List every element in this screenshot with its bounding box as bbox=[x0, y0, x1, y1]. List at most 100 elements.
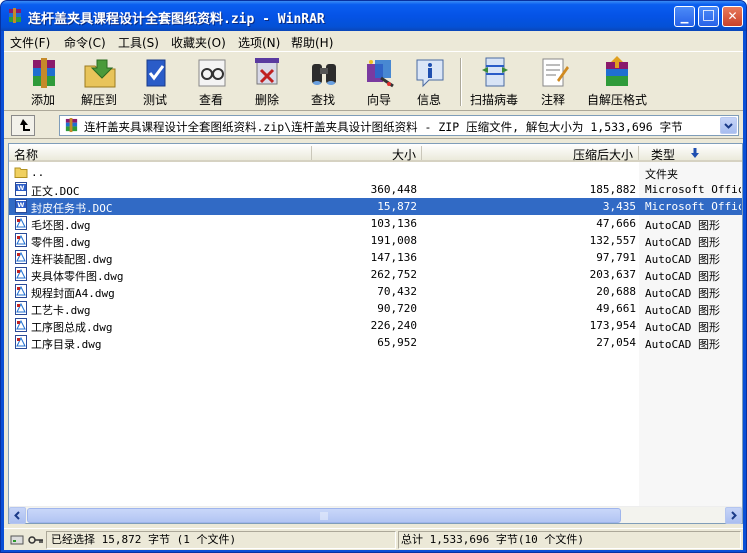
minimize-icon: ▁ bbox=[680, 13, 689, 24]
menu-favorites[interactable]: 收藏夹(O) bbox=[171, 34, 226, 51]
folder-icon bbox=[14, 165, 28, 179]
up-arrow-icon bbox=[20, 119, 30, 131]
file-packed-size: 20,688 bbox=[596, 285, 636, 298]
status-bar: 已经选择 15,872 字节 (1 个文件) 总计 1,533,696 字节(1… bbox=[4, 528, 743, 550]
dwg-file-icon bbox=[14, 335, 28, 349]
drive-icon bbox=[10, 535, 24, 545]
extract-folder-icon bbox=[84, 59, 116, 88]
menu-file[interactable]: 文件(F) bbox=[10, 34, 50, 51]
file-name: 工序图总成.dwg bbox=[31, 321, 113, 334]
column-divider[interactable] bbox=[311, 146, 312, 160]
dwg-file-icon bbox=[14, 267, 28, 281]
file-size: 360,448 bbox=[370, 183, 417, 196]
extract-to-button[interactable]: 解压到 bbox=[70, 54, 128, 110]
menu-commands[interactable]: 命令(C) bbox=[64, 34, 106, 51]
dwg-file-icon bbox=[14, 284, 28, 298]
file-row[interactable]: W 封皮任务书.DOC 15,872 3,435 Microsoft Offic... bbox=[9, 198, 742, 215]
horizontal-scrollbar[interactable] bbox=[9, 506, 742, 524]
winrar-window: 连杆盖夹具课程设计全套图纸资料.zip - WinRAR ▁ □ ✕ 文件(F)… bbox=[0, 0, 747, 553]
file-row[interactable]: 工序图总成.dwg 226,240 173,954 AutoCAD 图形 bbox=[9, 317, 742, 334]
word-doc-icon: W bbox=[14, 182, 28, 196]
minimize-button[interactable]: ▁ bbox=[674, 6, 695, 27]
column-header-name[interactable]: 名称 bbox=[14, 146, 38, 163]
status-selection: 已经选择 15,872 字节 (1 个文件) bbox=[51, 533, 237, 546]
sfx-button[interactable]: 自解压格式 bbox=[584, 54, 650, 110]
archive-icon bbox=[65, 118, 78, 133]
file-type: AutoCAD 图形 bbox=[645, 338, 720, 351]
close-button[interactable]: ✕ bbox=[722, 6, 743, 27]
add-button[interactable]: 添加 bbox=[14, 54, 72, 110]
file-type: AutoCAD 图形 bbox=[645, 253, 720, 266]
file-packed-size: 185,882 bbox=[589, 183, 636, 196]
column-divider[interactable] bbox=[421, 146, 422, 160]
sfx-label: 自解压格式 bbox=[586, 93, 647, 107]
view-glasses-icon bbox=[198, 59, 226, 87]
delete-button[interactable]: 删除 bbox=[238, 54, 296, 110]
file-row[interactable]: 连杆装配图.dwg 147,136 97,791 AutoCAD 图形 bbox=[9, 249, 742, 266]
file-row[interactable]: 毛坯图.dwg 103,136 47,666 AutoCAD 图形 bbox=[9, 215, 742, 232]
title-bar[interactable]: 连杆盖夹具课程设计全套图纸资料.zip - WinRAR ▁ □ ✕ bbox=[1, 1, 746, 31]
file-row[interactable]: 工艺卡.dwg 90,720 49,661 AutoCAD 图形 bbox=[9, 300, 742, 317]
comment-label: 注释 bbox=[540, 93, 565, 107]
file-name: 封皮任务书.DOC bbox=[31, 202, 113, 215]
file-packed-size: 173,954 bbox=[589, 319, 636, 332]
address-field[interactable]: 连杆盖夹具课程设计全套图纸资料.zip\连杆盖夹具设计图纸资料 - ZIP 压缩… bbox=[59, 115, 739, 136]
toolbar-separator bbox=[460, 58, 462, 106]
file-type: Microsoft Offic... bbox=[645, 183, 741, 196]
column-header-packed[interactable]: 压缩后大小 bbox=[573, 146, 633, 163]
svg-text:W: W bbox=[17, 184, 24, 192]
menu-options[interactable]: 选项(N) bbox=[238, 34, 280, 51]
file-row[interactable]: 规程封面A4.dwg 70,432 20,688 AutoCAD 图形 bbox=[9, 283, 742, 300]
status-total: 总计 1,533,696 字节(10 个文件) bbox=[401, 533, 584, 546]
column-divider[interactable] bbox=[638, 146, 639, 160]
file-name: 毛坯图.dwg bbox=[31, 219, 91, 232]
file-row[interactable]: W 正文.DOC 360,448 185,882 Microsoft Offic... bbox=[9, 181, 742, 198]
address-text: 连杆盖夹具课程设计全套图纸资料.zip\连杆盖夹具设计图纸资料 - ZIP 压缩… bbox=[84, 120, 683, 134]
file-list[interactable]: 名称 大小 压缩后大小 类型 .. 文件夹 W 正文.DOC 360,448 185,88… bbox=[8, 143, 743, 524]
comment-button[interactable]: 注释 bbox=[524, 54, 582, 110]
find-label: 查找 bbox=[310, 93, 335, 107]
sfx-archive-icon bbox=[606, 56, 628, 86]
add-archive-icon bbox=[33, 58, 55, 88]
test-archive-icon bbox=[146, 59, 166, 87]
view-button[interactable]: 查看 bbox=[182, 54, 240, 110]
file-name: 夹具体零件图.dwg bbox=[31, 270, 124, 283]
address-dropdown-button[interactable] bbox=[720, 117, 737, 134]
client-area: 文件(F) 命令(C) 工具(S) 收藏夹(O) 选项(N) 帮助(H) 添加 … bbox=[4, 31, 743, 550]
menu-help[interactable]: 帮助(H) bbox=[291, 34, 333, 51]
file-packed-size: 27,054 bbox=[596, 336, 636, 349]
file-type: AutoCAD 图形 bbox=[645, 304, 720, 317]
dwg-file-icon bbox=[14, 216, 28, 230]
file-type: AutoCAD 图形 bbox=[645, 321, 720, 334]
scroll-right-button[interactable] bbox=[725, 507, 742, 524]
scrollbar-thumb[interactable] bbox=[27, 508, 621, 523]
file-row[interactable]: 夹具体零件图.dwg 262,752 203,637 AutoCAD 图形 bbox=[9, 266, 742, 283]
file-size: 147,136 bbox=[370, 251, 417, 264]
file-name: 规程封面A4.dwg bbox=[31, 287, 115, 300]
column-header-type[interactable]: 类型 bbox=[651, 146, 675, 163]
file-type: AutoCAD 图形 bbox=[645, 219, 720, 232]
file-size: 70,432 bbox=[377, 285, 417, 298]
parent-folder-row[interactable]: .. 文件夹 bbox=[9, 164, 742, 181]
winrar-app-icon bbox=[9, 8, 21, 23]
test-button[interactable]: 测试 bbox=[126, 54, 184, 110]
file-type: AutoCAD 图形 bbox=[645, 287, 720, 300]
toolbar: 添加 解压到 测试 查看 删除 查找 向导 信息 扫描病毒 注释 自解压格式 bbox=[4, 51, 743, 111]
menu-tools[interactable]: 工具(S) bbox=[118, 34, 159, 51]
file-row[interactable]: 零件图.dwg 191,008 132,557 AutoCAD 图形 bbox=[9, 232, 742, 249]
add-label: 添加 bbox=[30, 93, 55, 107]
scan-virus-button[interactable]: 扫描病毒 bbox=[465, 54, 523, 110]
file-packed-size: 3,435 bbox=[602, 200, 636, 213]
chevron-left-icon bbox=[14, 511, 20, 520]
file-packed-size: 49,661 bbox=[596, 302, 636, 315]
maximize-button[interactable]: □ bbox=[698, 6, 719, 27]
find-button[interactable]: 查找 bbox=[294, 54, 352, 110]
extract-to-label: 解压到 bbox=[80, 93, 117, 107]
up-folder-button[interactable] bbox=[11, 115, 35, 136]
column-header-size[interactable]: 大小 bbox=[392, 146, 416, 163]
info-button[interactable]: 信息 bbox=[400, 54, 458, 110]
scroll-left-button[interactable] bbox=[9, 507, 26, 524]
file-row[interactable]: 工序目录.dwg 65,952 27,054 AutoCAD 图形 bbox=[9, 334, 742, 351]
virus-scan-icon bbox=[482, 57, 508, 87]
delete-label: 删除 bbox=[254, 93, 279, 107]
